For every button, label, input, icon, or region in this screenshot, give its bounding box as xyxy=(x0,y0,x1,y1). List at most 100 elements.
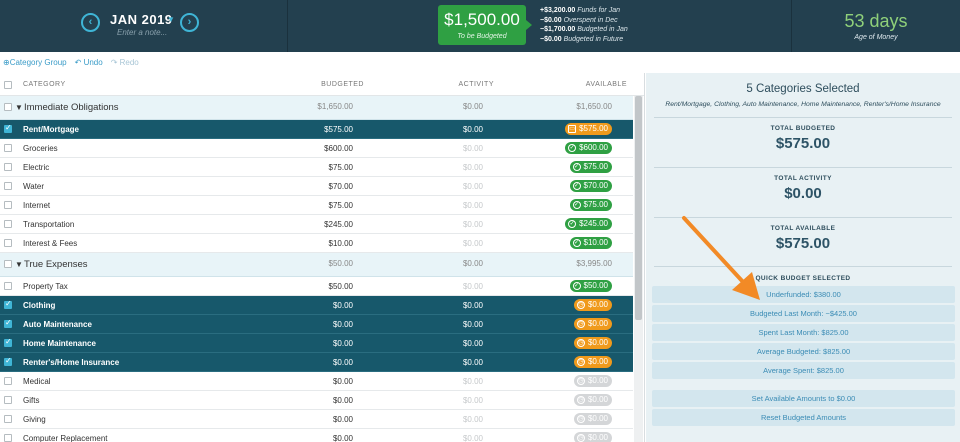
category-name[interactable]: Water xyxy=(23,182,44,191)
undo-button[interactable]: ↶ Undo xyxy=(75,58,103,67)
category-row[interactable]: Rent/Mortgage $575.00 $0.00 ▭$575.00 xyxy=(0,120,633,139)
budgeted-amount[interactable]: $0.00 xyxy=(333,415,353,424)
category-name[interactable]: Computer Replacement xyxy=(23,434,107,442)
row-checkbox[interactable] xyxy=(4,415,12,423)
activity-amount[interactable]: $0.00 xyxy=(463,239,483,248)
available-pill[interactable]: ◷ $0.00 xyxy=(573,299,612,311)
category-row[interactable]: Water $70.00 $0.00 ✓ $70.00 xyxy=(0,177,633,196)
category-name[interactable]: Clothing xyxy=(23,301,55,310)
budgeted-amount[interactable]: $0.00 xyxy=(333,301,353,310)
budgeted-amount[interactable]: $600.00 xyxy=(324,144,353,153)
activity-amount[interactable]: $0.00 xyxy=(463,396,483,405)
category-row[interactable]: Medical $0.00 $0.00 ◷ $0.00 xyxy=(0,372,633,391)
activity-amount[interactable]: $0.00 xyxy=(463,125,483,134)
row-checkbox[interactable] xyxy=(4,396,12,404)
category-row[interactable]: Gifts $0.00 $0.00 ◷ $0.00 xyxy=(0,391,633,410)
budgeted-amount[interactable]: $0.00 xyxy=(333,434,353,442)
row-checkbox[interactable] xyxy=(4,144,12,152)
activity-amount[interactable]: $0.00 xyxy=(463,282,483,291)
row-checkbox[interactable] xyxy=(4,299,12,309)
scrollbar-thumb[interactable] xyxy=(635,96,642,320)
budgeted-amount[interactable]: $50.00 xyxy=(329,259,353,268)
set-available-zero-button[interactable]: Set Available Amounts to $0.00 xyxy=(652,390,955,407)
budgeted-amount[interactable]: $10.00 xyxy=(329,239,353,248)
select-all-checkbox[interactable] xyxy=(4,81,12,89)
category-row[interactable]: Renter's/Home Insurance $0.00 $0.00 ◷$0.00 xyxy=(0,353,633,372)
prev-month-button[interactable]: ‹ xyxy=(81,13,100,32)
category-name[interactable]: Immediate Obligations xyxy=(24,102,119,113)
available-pill[interactable]: ✓ $600.00 xyxy=(565,142,612,154)
activity-amount[interactable]: $0.00 xyxy=(463,415,483,424)
quick-budget-last-month-spent-button[interactable]: Spent Last Month: $825.00 xyxy=(652,324,955,341)
budgeted-amount[interactable]: $245.00 xyxy=(324,220,353,229)
category-name[interactable]: Medical xyxy=(23,377,51,386)
activity-amount[interactable]: $0.00 xyxy=(463,182,483,191)
category-name[interactable]: Home Maintenance xyxy=(23,339,96,348)
budgeted-amount[interactable]: $0.00 xyxy=(333,377,353,386)
column-category[interactable]: CATEGORY xyxy=(23,81,66,88)
available-pill[interactable]: ◷ $0.00 xyxy=(573,356,612,368)
category-row[interactable]: Auto Maintenance$0.00$0.00◷$0.00 xyxy=(0,315,633,334)
activity-amount[interactable]: $0.00 xyxy=(463,377,483,386)
redo-button[interactable]: ↷ Redo xyxy=(111,58,139,67)
available-pill[interactable]: ◷ $0.00 xyxy=(573,337,612,349)
category-name[interactable]: Property Tax xyxy=(23,282,68,291)
available-pill[interactable]: ◷ $0.00 xyxy=(573,394,612,406)
category-row[interactable]: Internet $75.00 $0.00 ✓ $75.00 xyxy=(0,196,633,215)
activity-amount[interactable]: $0.00 xyxy=(463,201,483,210)
quick-budget-average-budgeted-button[interactable]: Average Budgeted: $825.00 xyxy=(652,343,955,360)
row-checkbox[interactable] xyxy=(4,182,12,190)
category-name[interactable]: Renter's/Home Insurance xyxy=(23,358,119,367)
activity-amount[interactable]: $0.00 xyxy=(463,102,483,111)
category-row[interactable]: Electric $75.00 $0.00 ✓ $75.00 xyxy=(0,158,633,177)
category-row[interactable]: Property Tax $50.00 $0.00 ✓ $50.00 xyxy=(0,277,633,296)
category-group-row[interactable]: ▼ Immediate Obligations $1,650.00 $0.00 $1,6… xyxy=(0,96,633,120)
row-checkbox[interactable] xyxy=(4,201,12,209)
activity-amount[interactable]: $0.00 xyxy=(463,339,483,348)
row-checkbox[interactable] xyxy=(4,282,12,290)
reset-budgeted-button[interactable]: Reset Budgeted Amounts xyxy=(652,409,955,426)
budgeted-amount[interactable]: $0.00 xyxy=(333,358,353,367)
row-checkbox[interactable] xyxy=(4,260,12,268)
available-pill[interactable]: ◷ $0.00 xyxy=(573,318,612,330)
category-row[interactable]: Transportation $245.00 $0.00 ✓ $245.00 xyxy=(0,215,633,234)
available-pill[interactable]: ✓ $75.00 xyxy=(569,199,612,211)
activity-amount[interactable]: $0.00 xyxy=(463,163,483,172)
available-pill[interactable]: ◷ $0.00 xyxy=(573,375,612,387)
available-pill[interactable]: ✓ $245.00 xyxy=(565,218,612,230)
activity-amount[interactable]: $0.00 xyxy=(463,259,483,268)
category-row[interactable]: Computer Replacement $0.00 $0.00 ◷ $0.00 xyxy=(0,429,633,442)
category-row[interactable]: Giving $0.00 $0.00 ◷ $0.00 xyxy=(0,410,633,429)
category-name[interactable]: Auto Maintenance xyxy=(23,320,92,329)
category-name[interactable]: Electric xyxy=(23,163,49,172)
budgeted-amount[interactable]: $75.00 xyxy=(329,201,353,210)
category-row[interactable]: Interest & Fees $10.00 $0.00 ✓ $10.00 xyxy=(0,234,633,253)
row-checkbox[interactable] xyxy=(4,434,12,442)
row-checkbox[interactable] xyxy=(4,103,12,111)
quick-budget-last-month-budgeted-button[interactable]: Budgeted Last Month: −$425.00 xyxy=(652,305,955,322)
row-checkbox[interactable] xyxy=(4,220,12,228)
available-pill[interactable]: ◷ $0.00 xyxy=(573,432,612,442)
row-checkbox[interactable] xyxy=(4,356,12,366)
column-activity[interactable]: ACTIVITY xyxy=(458,81,494,88)
available-pill[interactable]: ✓ $70.00 xyxy=(569,180,612,192)
month-note-input[interactable]: Enter a note... xyxy=(117,28,167,37)
category-name[interactable]: True Expenses xyxy=(24,259,88,270)
budgeted-amount[interactable]: $575.00 xyxy=(324,125,353,134)
row-checkbox[interactable] xyxy=(4,163,12,171)
row-checkbox[interactable] xyxy=(4,337,12,347)
budgeted-amount[interactable]: $70.00 xyxy=(329,182,353,191)
activity-amount[interactable]: $0.00 xyxy=(463,358,483,367)
column-available[interactable]: AVAILABLE xyxy=(586,81,627,88)
available-pill[interactable]: ✓ $10.00 xyxy=(569,237,612,249)
column-budgeted[interactable]: BUDGETED xyxy=(321,81,364,88)
row-checkbox[interactable] xyxy=(4,123,12,133)
row-checkbox[interactable] xyxy=(4,318,12,328)
budgeted-amount[interactable]: $75.00 xyxy=(329,163,353,172)
row-checkbox[interactable] xyxy=(4,377,12,385)
available-pill[interactable]: ▭ $575.00 xyxy=(565,123,612,135)
category-row[interactable]: Home Maintenance$0.00$0.00◷$0.00 xyxy=(0,334,633,353)
category-name[interactable]: Transportation xyxy=(23,220,74,229)
available-pill[interactable]: ◷ $0.00 xyxy=(573,413,612,425)
category-name[interactable]: Rent/Mortgage xyxy=(23,125,79,134)
